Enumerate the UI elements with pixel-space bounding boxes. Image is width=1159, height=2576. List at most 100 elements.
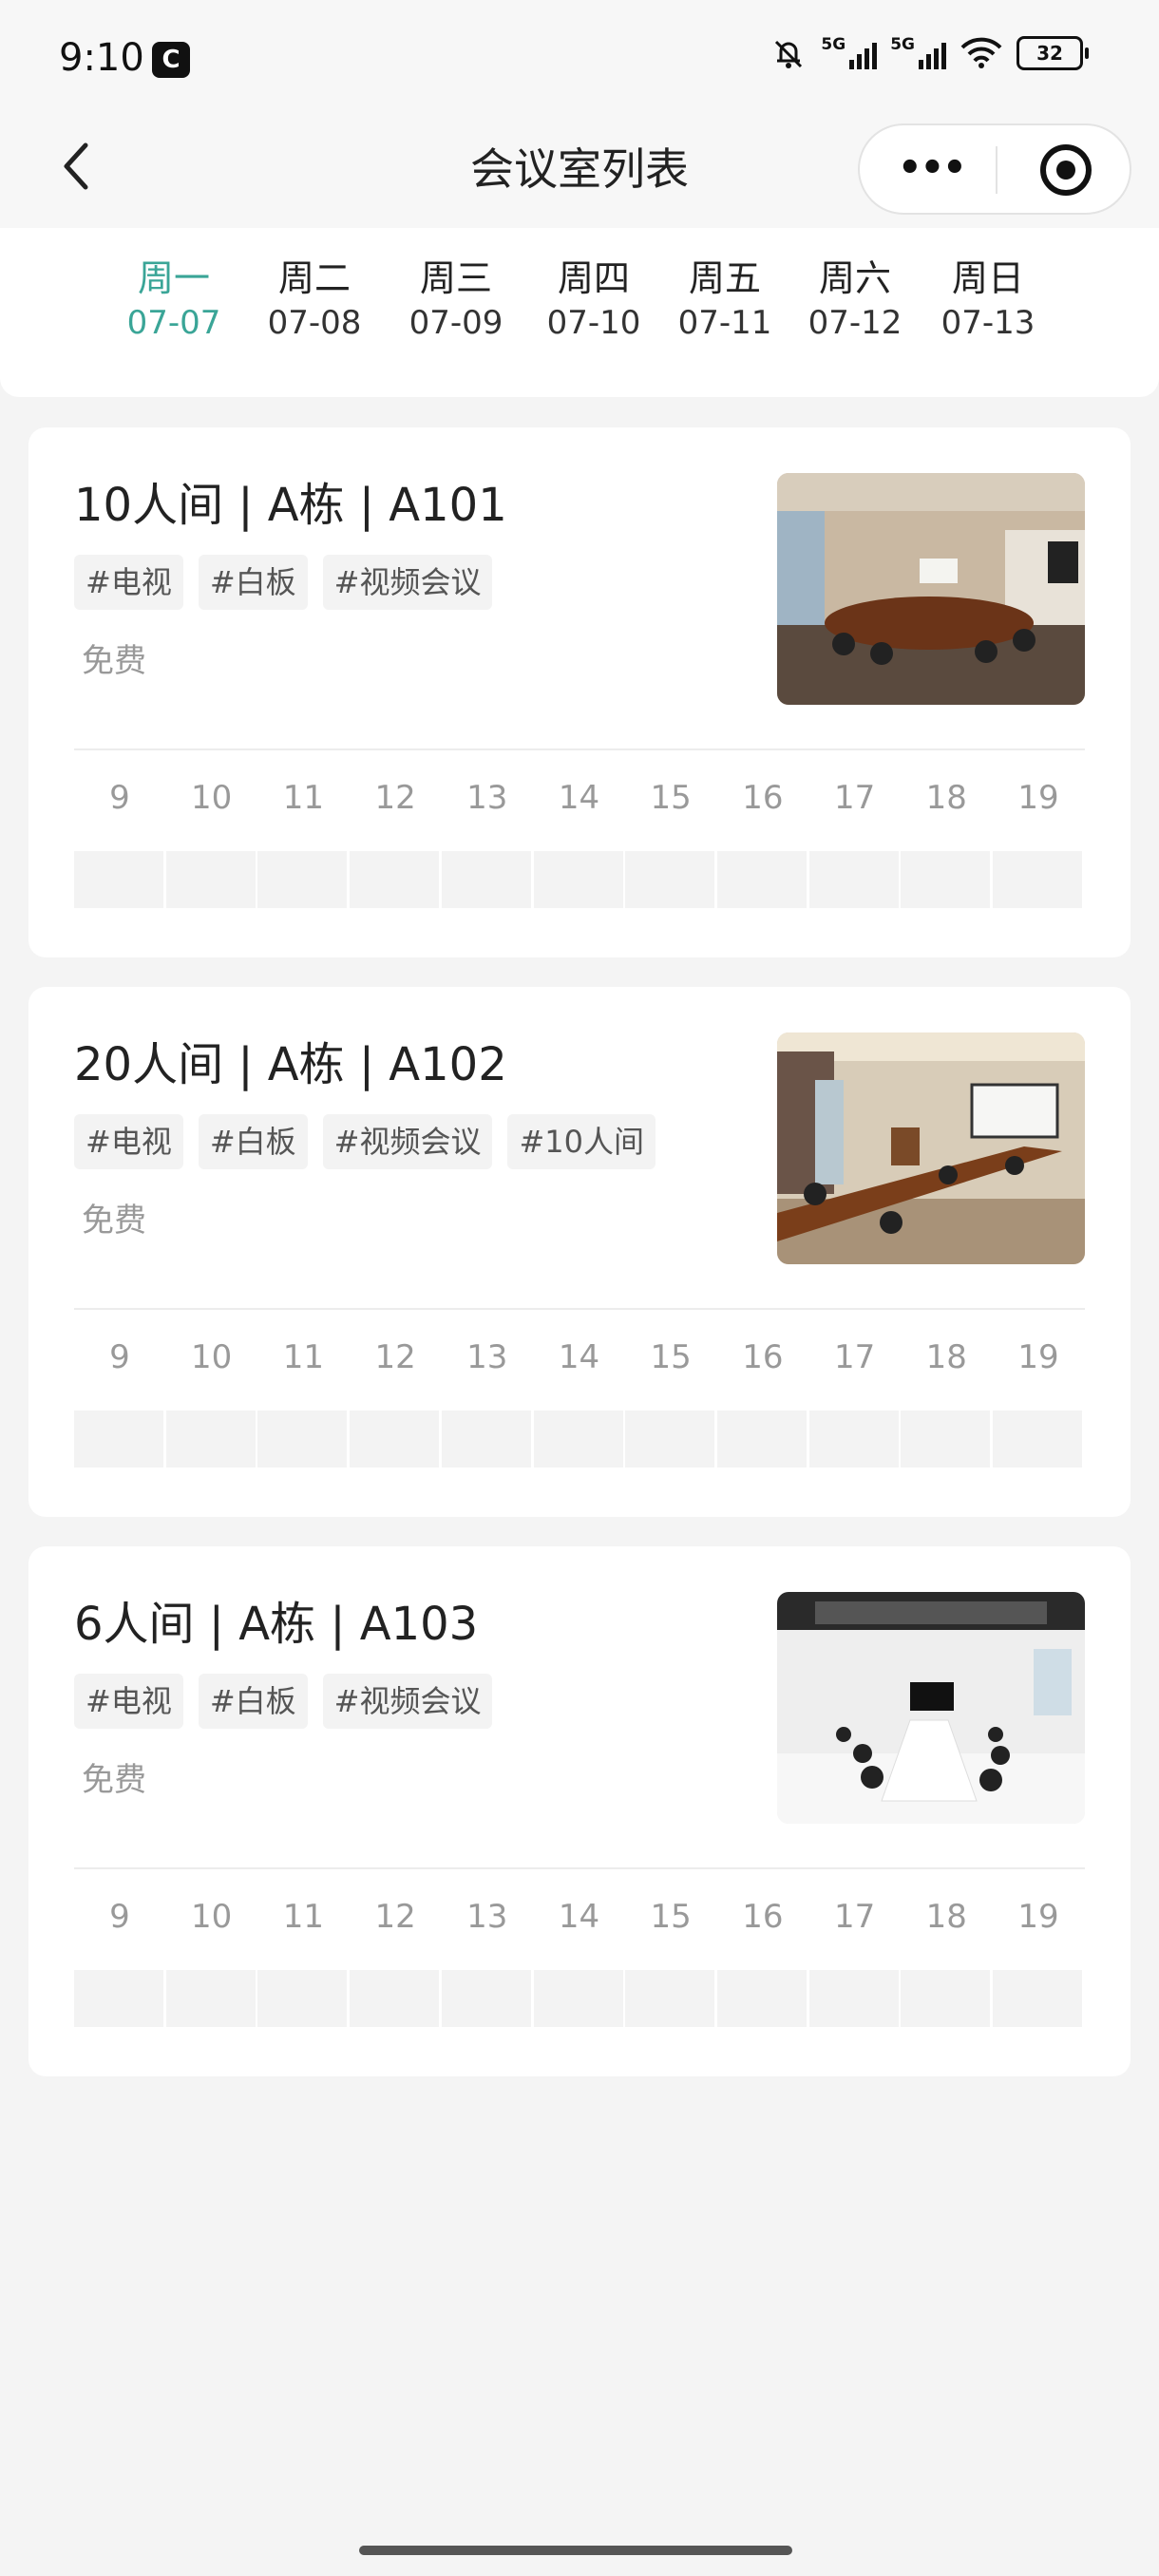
capsule-divider <box>996 146 998 194</box>
card-divider <box>74 748 1085 750</box>
day-date: 07-10 <box>546 304 641 342</box>
wifi-icon <box>960 37 1002 68</box>
day-weekday: 周日 <box>951 257 1024 299</box>
time-slot[interactable] <box>257 851 348 908</box>
day-weekday: 周三 <box>419 257 492 299</box>
time-slot[interactable] <box>441 1411 531 1468</box>
time-slot[interactable] <box>441 851 531 908</box>
day-tab[interactable]: 周一 07-07 <box>107 255 240 344</box>
time-slot[interactable] <box>808 1411 899 1468</box>
time-slot[interactable] <box>533 851 623 908</box>
room-price: 免费 <box>82 1761 146 1799</box>
hour-label: 19 <box>1017 779 1059 817</box>
room-tag: #白板 <box>198 1674 308 1729</box>
day-weekday: 周二 <box>277 257 351 299</box>
time-slot[interactable] <box>533 1970 623 2027</box>
room-tag: #白板 <box>198 555 308 610</box>
target-icon[interactable] <box>1040 144 1092 196</box>
time-slot[interactable] <box>350 1411 440 1468</box>
room-photo[interactable] <box>777 473 1085 705</box>
time-slots <box>74 1970 1085 2027</box>
hour-label: 12 <box>374 1898 416 1936</box>
time-slots <box>74 851 1085 908</box>
room-tags: #电视 #白板 #视频会议 <box>74 555 493 610</box>
room-name: 6人间 | A栋 | A103 <box>74 1598 479 1651</box>
time-slot[interactable] <box>165 1970 256 2027</box>
time-slot[interactable] <box>993 1970 1082 2027</box>
day-tab[interactable]: 周三 07-09 <box>390 255 522 344</box>
hour-labels: 9 10 11 12 13 14 15 16 17 18 19 <box>74 1338 1085 1386</box>
more-dots-icon[interactable]: ••• <box>898 149 967 187</box>
hour-label: 14 <box>558 779 600 817</box>
day-weekday: 周四 <box>557 257 630 299</box>
room-tag: #视频会议 <box>322 1114 493 1169</box>
hour-label: 19 <box>1017 1898 1059 1936</box>
mute-bell-icon <box>775 40 803 68</box>
time-slot[interactable] <box>716 1411 807 1468</box>
time-slot[interactable] <box>165 851 256 908</box>
room-photo[interactable] <box>777 1032 1085 1264</box>
status-icons: 5G 5G 32 <box>770 34 1089 72</box>
time-slot[interactable] <box>901 851 991 908</box>
hour-label: 10 <box>191 1338 233 1376</box>
hour-label: 18 <box>925 1338 967 1376</box>
status-time: 9:10 <box>59 36 144 80</box>
hour-label: 9 <box>109 1338 130 1376</box>
card-divider <box>74 1867 1085 1869</box>
room-tag: #电视 <box>74 1674 183 1729</box>
time-slot[interactable] <box>716 851 807 908</box>
day-date: 07-07 <box>126 304 221 342</box>
hour-label: 18 <box>925 779 967 817</box>
time-slot[interactable] <box>74 1970 163 2027</box>
room-photo[interactable] <box>777 1592 1085 1824</box>
time-slot[interactable] <box>901 1970 991 2027</box>
time-slot[interactable] <box>716 1970 807 2027</box>
hour-label: 16 <box>742 1338 784 1376</box>
room-name: 20人间 | A栋 | A102 <box>74 1038 507 1091</box>
hour-label: 10 <box>191 1898 233 1936</box>
time-slot[interactable] <box>993 851 1082 908</box>
hour-label: 11 <box>282 1338 325 1376</box>
signal-icon: 5G <box>821 37 878 69</box>
room-card[interactable]: 6人间 | A栋 | A103 #电视 #白板 #视频会议 免费 9 10 11 12 13 14… <box>28 1546 1130 2076</box>
time-slot[interactable] <box>901 1411 991 1468</box>
day-tab[interactable]: 周六 07-12 <box>788 255 922 344</box>
hour-label: 13 <box>466 1898 508 1936</box>
time-slot[interactable] <box>257 1970 348 2027</box>
day-weekday: 周一 <box>137 257 210 299</box>
day-tab[interactable]: 周四 07-10 <box>527 255 660 344</box>
time-slot[interactable] <box>808 1970 899 2027</box>
day-date: 07-09 <box>408 304 504 342</box>
home-indicator[interactable] <box>359 2546 792 2555</box>
time-slot[interactable] <box>350 1970 440 2027</box>
room-card[interactable]: 20人间 | A栋 | A102 #电视 #白板 #视频会议 #10人间 免费 9 10 11… <box>28 987 1130 1517</box>
day-tab[interactable]: 周日 07-13 <box>922 255 1054 344</box>
day-date: 07-11 <box>677 304 772 342</box>
hour-label: 10 <box>191 779 233 817</box>
room-tag: #白板 <box>198 1114 308 1169</box>
day-tab[interactable]: 周五 07-11 <box>658 255 791 344</box>
time-slot[interactable] <box>257 1411 348 1468</box>
time-slot[interactable] <box>441 1970 531 2027</box>
time-slot[interactable] <box>74 1411 163 1468</box>
time-slot[interactable] <box>165 1411 256 1468</box>
mini-program-capsule: ••• <box>858 123 1131 215</box>
time-slot[interactable] <box>625 1411 715 1468</box>
time-slot[interactable] <box>625 1970 715 2027</box>
app-notification-icon: C <box>152 42 190 78</box>
room-card[interactable]: 10人间 | A栋 | A101 #电视 #白板 #视频会议 免费 9 10 11 12 13 1… <box>28 427 1130 957</box>
time-slot[interactable] <box>533 1411 623 1468</box>
hour-label: 11 <box>282 779 325 817</box>
hour-labels: 9 10 11 12 13 14 15 16 17 18 19 <box>74 779 1085 826</box>
time-slot[interactable] <box>625 851 715 908</box>
time-slot[interactable] <box>350 851 440 908</box>
time-slot[interactable] <box>808 851 899 908</box>
day-weekday: 周六 <box>818 257 891 299</box>
time-slot[interactable] <box>74 851 163 908</box>
room-tag: #视频会议 <box>322 1674 493 1729</box>
battery-icon: 32 <box>1016 36 1089 70</box>
day-tab[interactable]: 周二 07-08 <box>248 255 381 344</box>
hour-label: 14 <box>558 1338 600 1376</box>
hour-label: 13 <box>466 1338 508 1376</box>
time-slot[interactable] <box>993 1411 1082 1468</box>
